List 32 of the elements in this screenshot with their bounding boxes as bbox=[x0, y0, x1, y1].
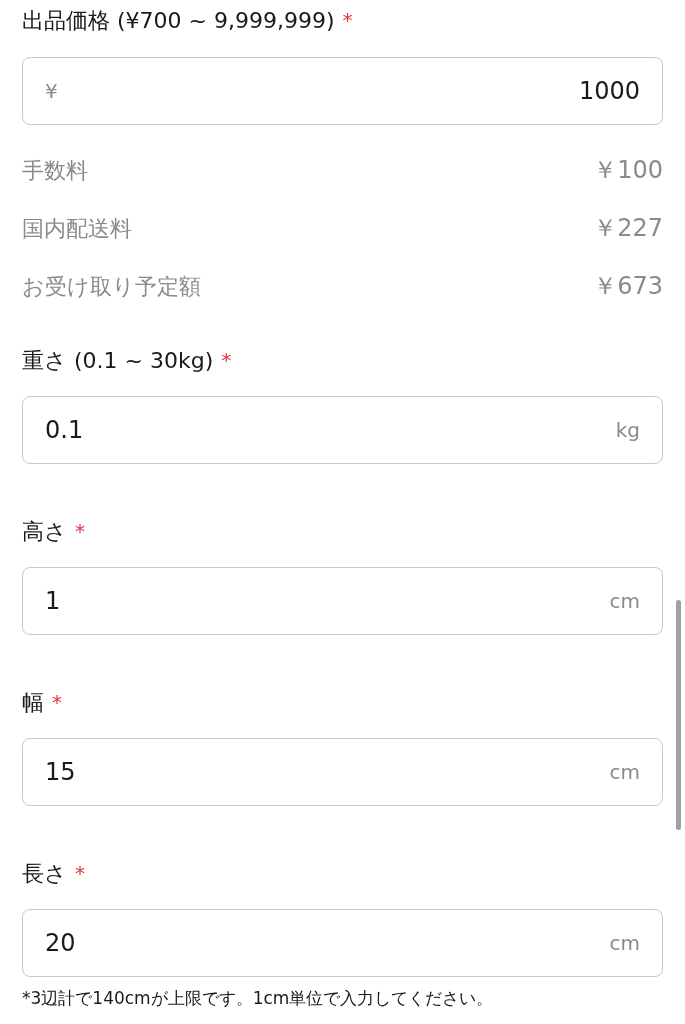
fee-amount: ￥673 bbox=[593, 271, 663, 302]
fee-label: お受け取り予定額 bbox=[22, 272, 201, 301]
fee-label: 手数料 bbox=[22, 156, 88, 185]
measurement-input-field[interactable]: 1 cm bbox=[22, 567, 663, 635]
field-label: 幅 bbox=[22, 688, 44, 717]
unit-label: cm bbox=[609, 930, 640, 957]
input-value: 0.1 bbox=[45, 415, 84, 446]
input-value: 20 bbox=[45, 928, 76, 959]
price-value: 1000 bbox=[578, 76, 640, 107]
required-asterisk: * bbox=[52, 689, 62, 716]
price-input-field[interactable]: ¥ 1000 bbox=[22, 57, 663, 125]
note-text: *3辺計で140cmが上限です。1cm単位で入力してください。 bbox=[22, 987, 494, 1011]
unit-label: cm bbox=[609, 759, 640, 786]
field-label: 出品価格 (¥700 ~ 9,999,999) bbox=[22, 6, 335, 35]
input-value: 1 bbox=[45, 586, 61, 617]
currency-symbol: ¥ bbox=[45, 78, 58, 105]
fee-amount: ￥100 bbox=[593, 155, 663, 186]
unit-label: cm bbox=[609, 588, 640, 615]
required-asterisk: * bbox=[342, 7, 353, 34]
measurement-input-field[interactable]: 0.1 kg bbox=[22, 396, 663, 464]
fee-label: 国内配送料 bbox=[22, 214, 132, 243]
field-label: 長さ bbox=[22, 859, 67, 888]
required-asterisk: * bbox=[75, 518, 85, 545]
unit-label: kg bbox=[615, 417, 640, 444]
fee-amount: ￥227 bbox=[593, 213, 663, 244]
measurement-input-field[interactable]: 20 cm bbox=[22, 909, 663, 977]
field-label: 高さ bbox=[22, 517, 67, 546]
required-asterisk: * bbox=[75, 860, 85, 887]
measurement-input-field[interactable]: 15 cm bbox=[22, 738, 663, 806]
required-asterisk: * bbox=[221, 347, 232, 374]
field-label: 重さ (0.1 ~ 30kg) bbox=[22, 346, 214, 375]
input-value: 15 bbox=[45, 757, 76, 788]
